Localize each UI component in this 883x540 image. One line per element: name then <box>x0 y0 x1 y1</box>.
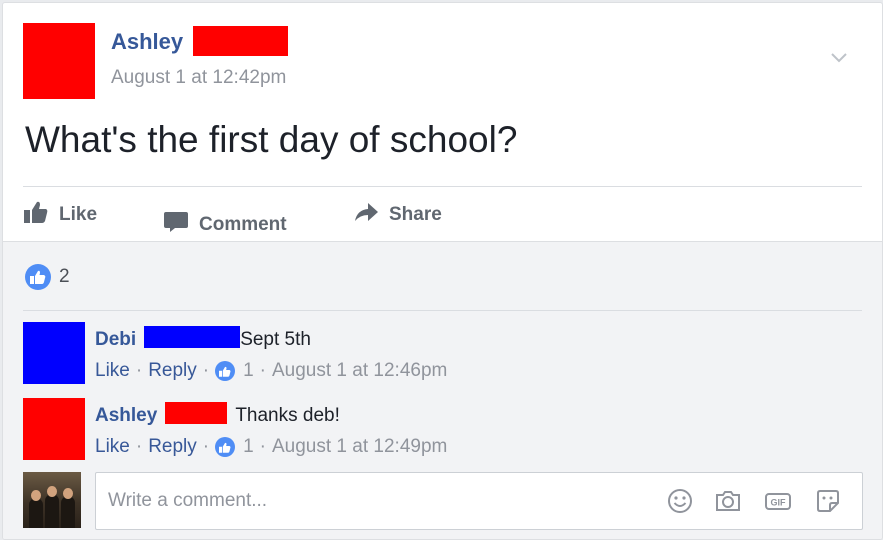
comment-like-count: 1 <box>243 360 254 381</box>
commenter-avatar[interactable] <box>23 322 85 384</box>
like-reaction-icon[interactable] <box>215 361 236 381</box>
comment-meta: Like · Reply · 1 · August 1 at 12:49pm <box>95 436 448 458</box>
commenter-avatar[interactable] <box>23 398 85 460</box>
current-user-avatar[interactable] <box>23 472 81 528</box>
comment-text: Sept 5th <box>240 329 311 350</box>
comment-input[interactable] <box>106 485 650 517</box>
like-button[interactable]: Like <box>23 193 97 237</box>
redaction-block <box>144 326 241 348</box>
like-reaction-icon[interactable] <box>215 437 236 457</box>
post-header: Ashley August 1 at 12:42pm <box>23 23 863 99</box>
comment-reply-link[interactable]: Reply <box>148 360 197 382</box>
commenter-name[interactable]: Debi <box>95 329 136 350</box>
comment-label: Comment <box>199 214 287 235</box>
comment-timestamp[interactable]: August 1 at 12:46pm <box>272 360 447 382</box>
emoji-icon[interactable] <box>666 487 694 515</box>
like-label: Like <box>59 204 98 225</box>
post-actions: Like Comment Share <box>23 193 863 237</box>
comment-input-box: GIF <box>95 472 863 530</box>
divider <box>23 310 862 311</box>
post-text: What's the first day of school? <box>25 119 518 160</box>
comment-item: Ashley Thanks deb! Like · Reply · 1 · Aug… <box>23 398 863 462</box>
comment-icon <box>163 210 199 240</box>
redaction-block <box>193 26 288 56</box>
comment-body: Ashley Thanks deb! <box>95 402 340 427</box>
comment-reply-link[interactable]: Reply <box>148 436 197 458</box>
reaction-count: 2 <box>59 266 70 287</box>
comment-like-link[interactable]: Like <box>95 360 130 382</box>
comment-like-link[interactable]: Like <box>95 436 130 458</box>
redaction-block <box>165 402 228 424</box>
comments-section: 2 Debi Sept 5th Like · Reply · 1 · August… <box>3 241 882 539</box>
comment-text: Thanks deb! <box>235 405 340 426</box>
comment-item: Debi Sept 5th Like · Reply · 1 · August 1… <box>23 322 863 386</box>
post-timestamp[interactable]: August 1 at 12:42pm <box>111 67 286 89</box>
share-arrow-icon <box>353 200 389 230</box>
sticker-icon[interactable] <box>814 487 842 515</box>
divider <box>23 186 862 187</box>
share-label: Share <box>389 204 442 225</box>
comment-composer: GIF <box>23 470 863 530</box>
gif-icon[interactable]: GIF <box>764 487 792 515</box>
comment-like-count: 1 <box>243 436 254 457</box>
chevron-down-icon[interactable] <box>827 45 851 69</box>
comment-body: Debi Sept 5th <box>95 326 311 351</box>
post-card: Ashley August 1 at 12:42pm What's the fi… <box>2 2 883 540</box>
share-button[interactable]: Share <box>353 193 442 237</box>
camera-icon[interactable] <box>714 487 742 515</box>
post-author-name[interactable]: Ashley <box>111 29 183 55</box>
thumbs-up-icon <box>23 200 59 230</box>
comment-timestamp[interactable]: August 1 at 12:49pm <box>272 436 447 458</box>
gif-label: GIF <box>771 498 787 508</box>
reactions-summary[interactable]: 2 <box>25 264 70 290</box>
commenter-name[interactable]: Ashley <box>95 405 157 426</box>
comment-meta: Like · Reply · 1 · August 1 at 12:46pm <box>95 360 448 382</box>
like-reaction-icon <box>25 264 51 290</box>
author-avatar[interactable] <box>23 23 95 99</box>
